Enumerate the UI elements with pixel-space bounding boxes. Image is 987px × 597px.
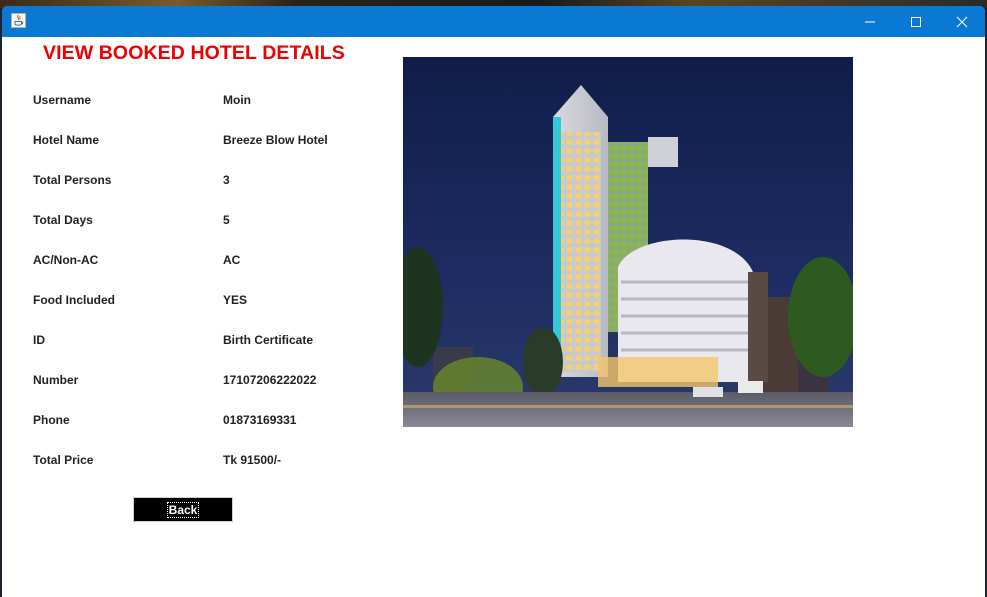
label-phone: Phone (33, 413, 70, 427)
value-total-price: Tk 91500/- (223, 453, 282, 467)
label-total-days: Total Days (33, 213, 93, 227)
label-total-price: Total Price (33, 453, 94, 467)
maximize-icon (911, 16, 921, 27)
minimize-icon (865, 21, 875, 22)
maximize-button[interactable] (893, 6, 939, 37)
java-app-icon (11, 13, 26, 28)
content-panel: VIEW BOOKED HOTEL DETAILS Username Moin … (2, 37, 985, 597)
close-icon (956, 16, 968, 27)
back-button[interactable]: Back (133, 497, 233, 522)
page-title: VIEW BOOKED HOTEL DETAILS (43, 42, 345, 64)
value-id: Birth Certificate (223, 333, 314, 347)
label-id: ID (33, 333, 45, 347)
close-button[interactable] (939, 6, 985, 37)
hotel-photo (403, 57, 853, 427)
app-window: VIEW BOOKED HOTEL DETAILS Username Moin … (2, 6, 985, 597)
label-total-persons: Total Persons (33, 173, 112, 187)
label-ac-non-ac: AC/Non-AC (33, 253, 99, 267)
value-username: Moin (223, 93, 251, 107)
value-total-persons: 3 (223, 173, 230, 187)
value-number: 17107206222022 (223, 373, 317, 387)
label-number: Number (33, 373, 79, 387)
minimize-button[interactable] (847, 6, 893, 37)
value-ac-non-ac: AC (223, 253, 241, 267)
value-phone: 01873169331 (223, 413, 297, 427)
value-food-included: YES (223, 293, 248, 307)
label-food-included: Food Included (33, 293, 115, 307)
label-hotel-name: Hotel Name (33, 133, 100, 147)
back-button-label: Back (166, 501, 200, 518)
title-bar[interactable] (2, 6, 985, 37)
label-username: Username (33, 93, 92, 107)
value-hotel-name: Breeze Blow Hotel (223, 133, 328, 147)
value-total-days: 5 (223, 213, 230, 227)
